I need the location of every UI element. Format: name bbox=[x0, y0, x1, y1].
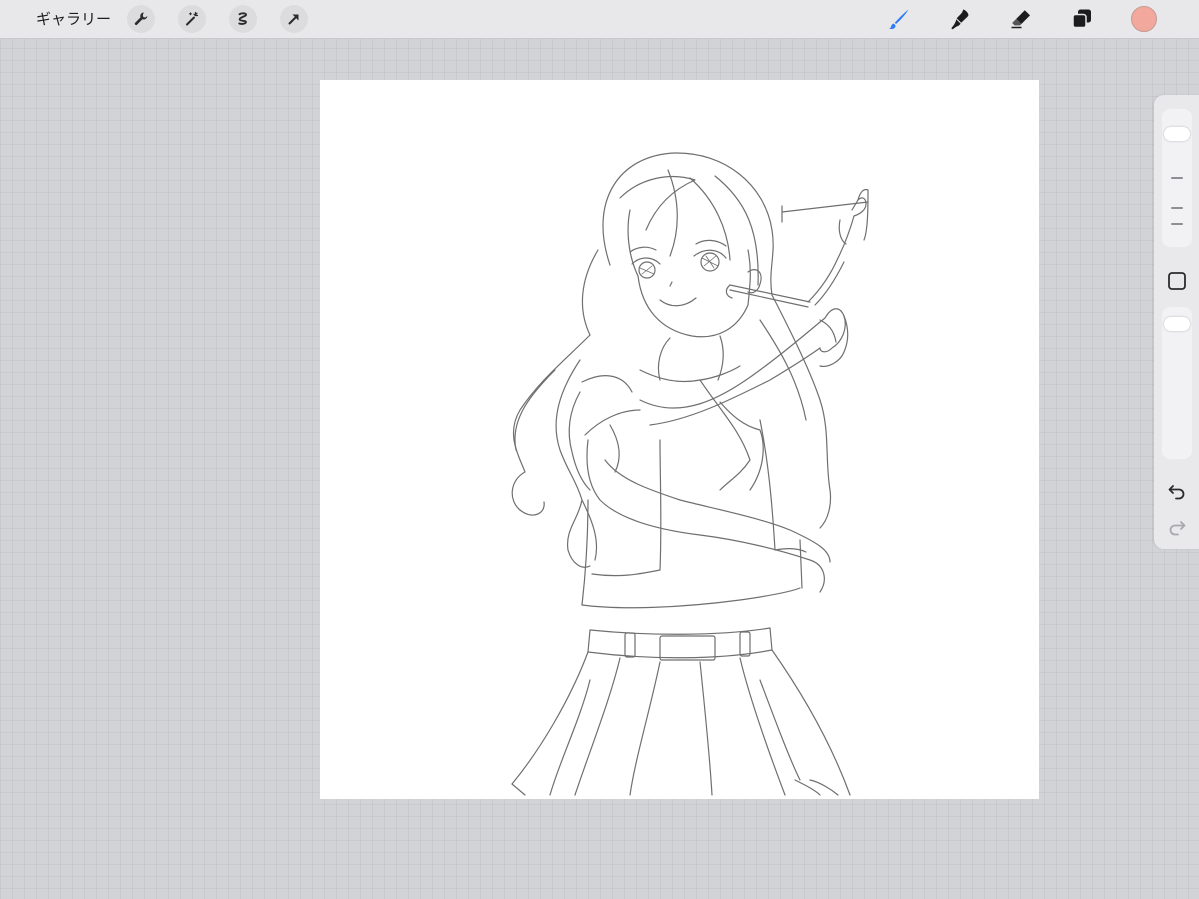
slider-tick-mark bbox=[1171, 207, 1183, 209]
transform-arrow-icon[interactable] bbox=[280, 5, 308, 33]
line-art-drawing bbox=[511, 152, 869, 796]
square-modify-icon[interactable] bbox=[1167, 271, 1187, 291]
brush-sidebar bbox=[1154, 95, 1199, 549]
brush-size-slider[interactable] bbox=[1162, 109, 1192, 247]
undo-icon[interactable] bbox=[1167, 481, 1187, 501]
brush-icon[interactable] bbox=[885, 5, 913, 33]
brush-size-thumb[interactable] bbox=[1164, 127, 1190, 141]
eraser-icon[interactable] bbox=[1007, 5, 1035, 33]
magic-wand-icon[interactable] bbox=[178, 5, 206, 33]
color-picker-swatch[interactable] bbox=[1131, 6, 1157, 32]
redo-icon[interactable] bbox=[1167, 517, 1187, 537]
wrench-icon[interactable] bbox=[127, 5, 155, 33]
brush-opacity-thumb[interactable] bbox=[1164, 317, 1190, 331]
slider-tick-mark bbox=[1171, 177, 1183, 179]
layers-icon[interactable] bbox=[1068, 5, 1096, 33]
smudge-icon[interactable] bbox=[946, 5, 974, 33]
top-toolbar: ギャラリー bbox=[0, 0, 1199, 39]
brush-opacity-slider[interactable] bbox=[1162, 307, 1192, 459]
slider-tick-mark bbox=[1171, 223, 1183, 225]
gallery-button[interactable]: ギャラリー bbox=[36, 9, 111, 29]
selection-icon[interactable] bbox=[229, 5, 257, 33]
drawing-canvas[interactable] bbox=[320, 80, 1039, 799]
